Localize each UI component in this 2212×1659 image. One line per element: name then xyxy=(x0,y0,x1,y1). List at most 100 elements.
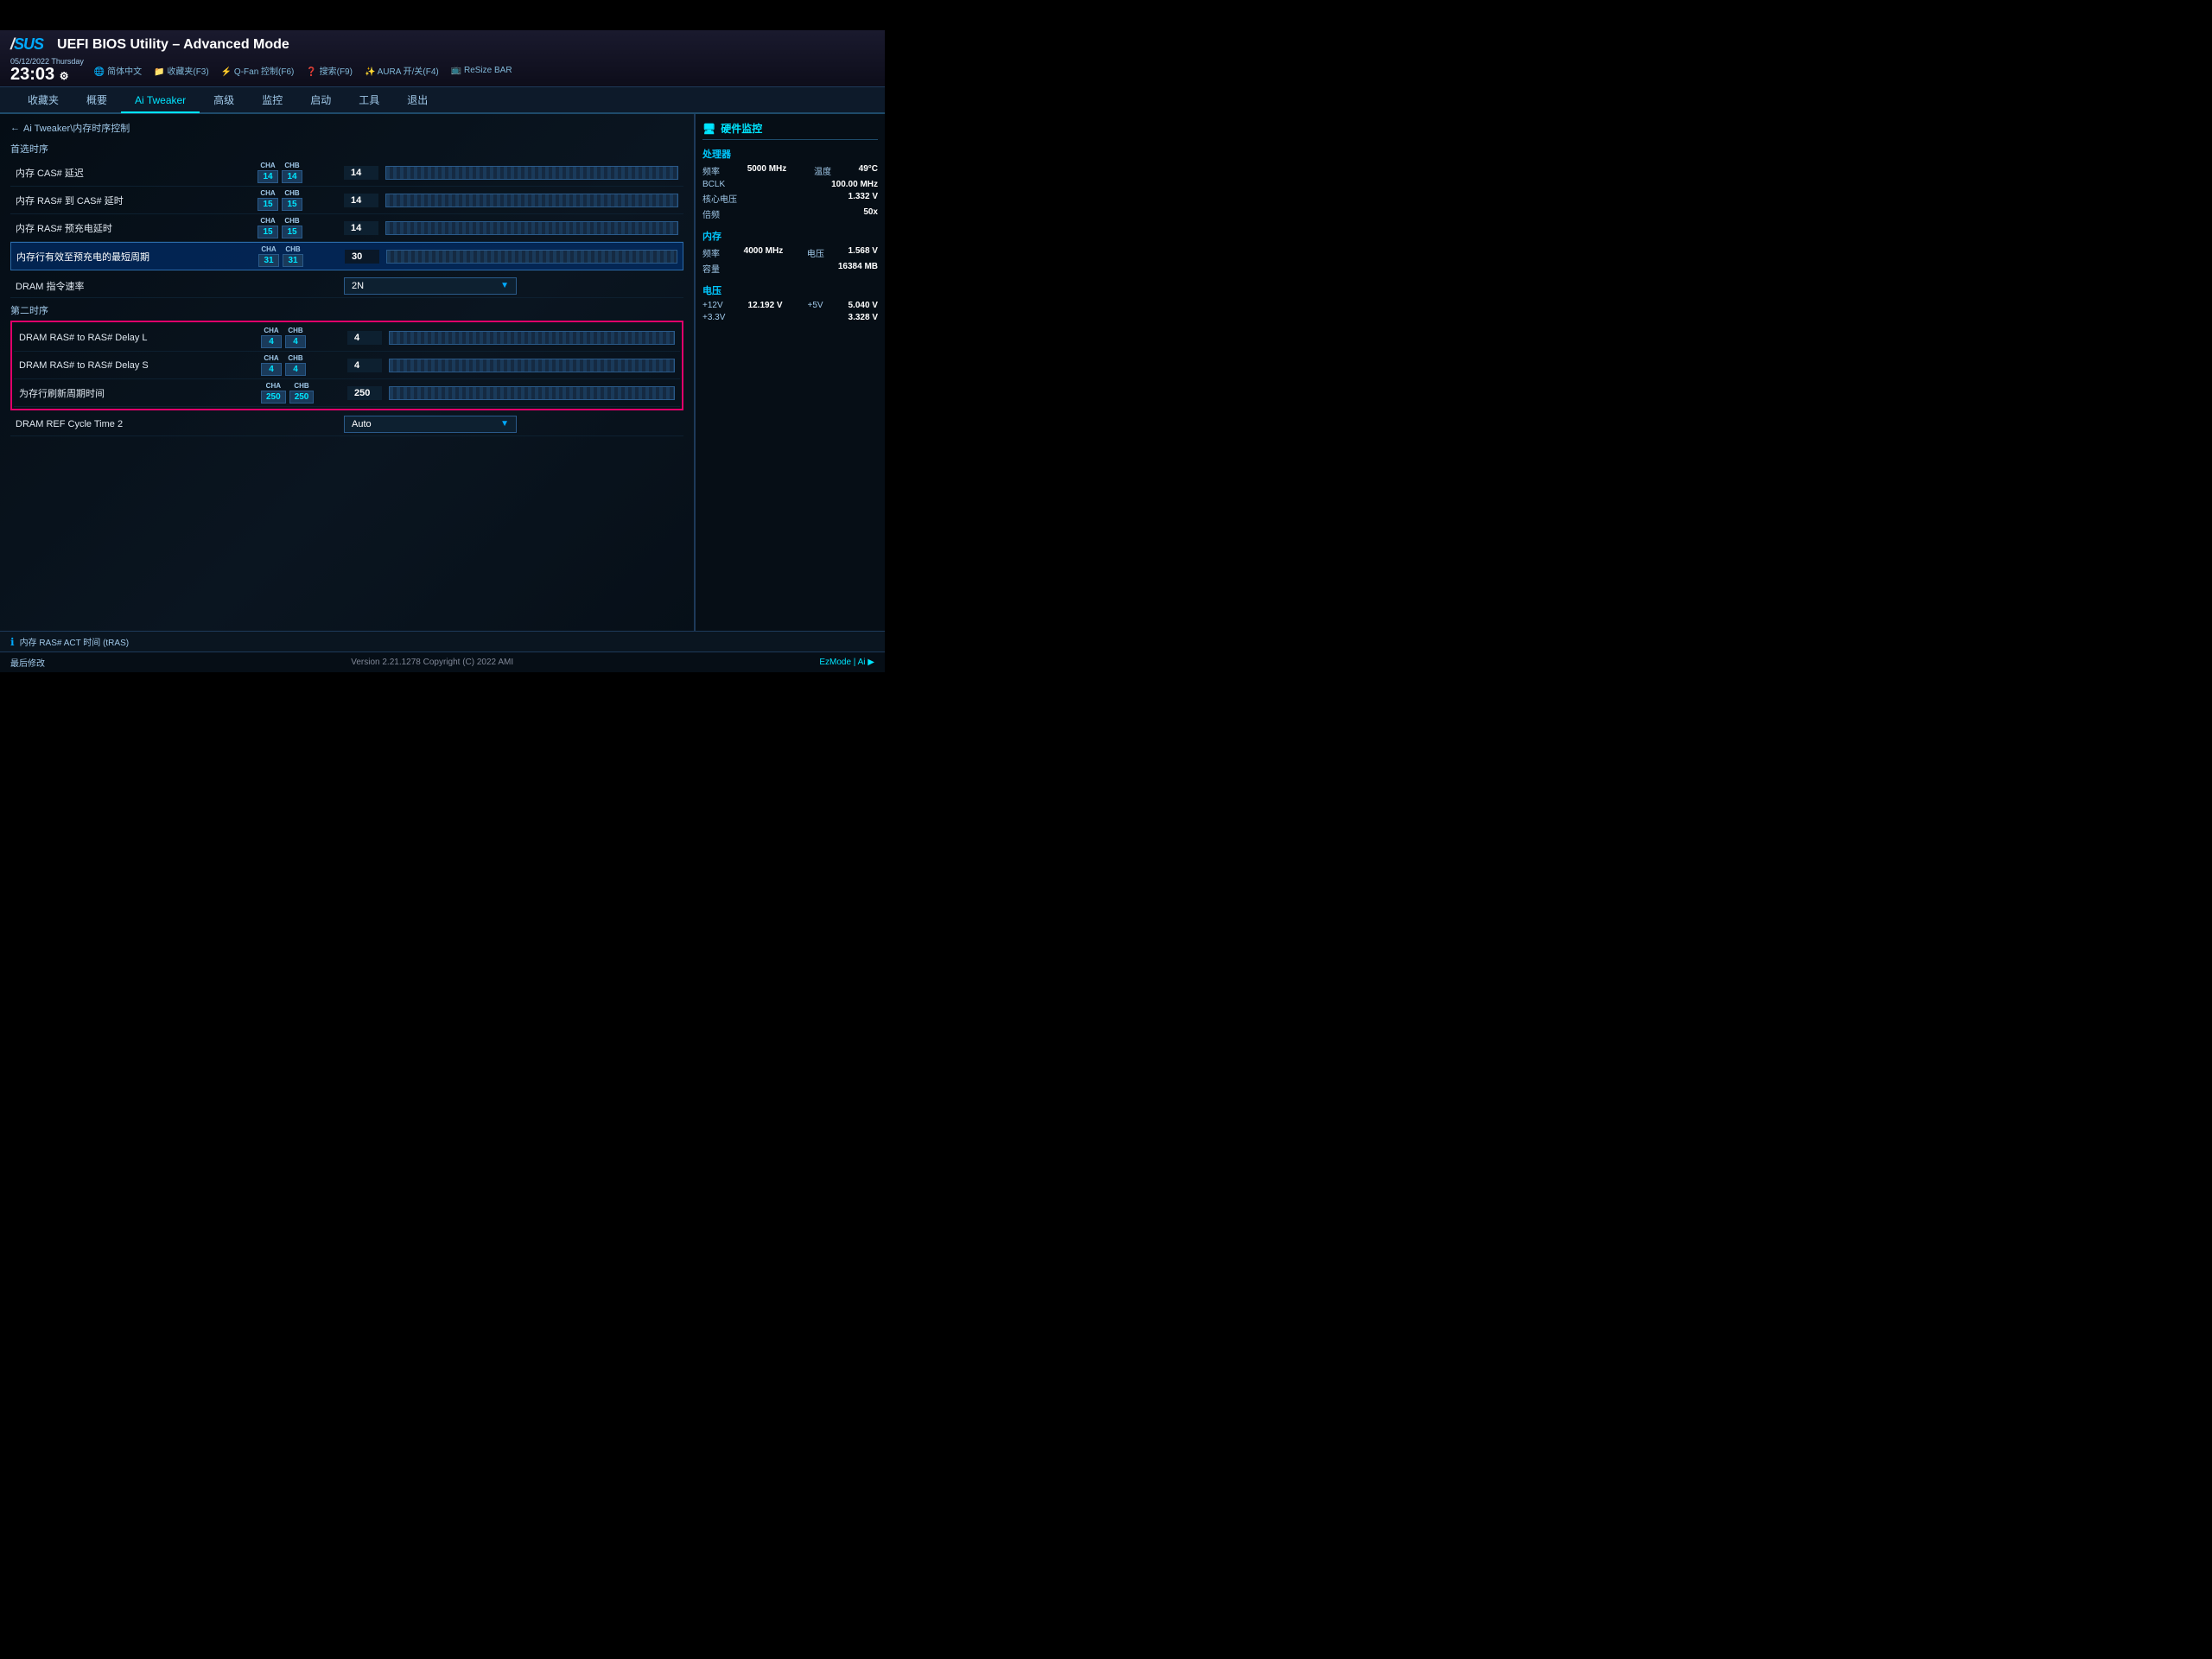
row-active-cha-chb: CHA 31 CHB 31 xyxy=(258,245,345,267)
gear-icon[interactable]: ⚙ xyxy=(60,70,69,82)
ras-cas-label: 内存 RAS# 到 CAS# 延时 xyxy=(16,194,257,207)
cas-chb-label: CHB xyxy=(284,162,299,169)
sidebar-cpu-freq-row: 频率 5000 MHz 温度 49°C xyxy=(702,164,878,177)
bclk-val: 100.00 MHz xyxy=(831,180,878,189)
breadcrumb: ← Ai Tweaker\内存时序控制 xyxy=(10,121,683,135)
dram-ras-l-label: DRAM RAS# to RAS# Delay L xyxy=(19,333,261,343)
mem-cap-val: 16384 MB xyxy=(838,262,878,275)
sidebar-volt-title: 电压 xyxy=(702,283,878,297)
version-text: Version 2.21.1278 Copyright (C) 2022 AMI xyxy=(45,658,819,667)
cas-cha-chb: CHA 14 CHB 14 xyxy=(257,162,344,183)
aura-tool[interactable]: ✨ AURA 开/关(F4) xyxy=(365,64,439,77)
content-area: ← Ai Tweaker\内存时序控制 首选时序 内存 CAS# 延迟 CHA … xyxy=(0,114,695,631)
setting-ras-cas[interactable]: 内存 RAS# 到 CAS# 延时 CHA 15 CHB 15 14 xyxy=(10,187,683,214)
sidebar-mem-cap-row: 容量 16384 MB xyxy=(702,262,878,275)
ras-cas-chb-box: CHB 15 xyxy=(282,189,302,211)
nav-monitor[interactable]: 监控 xyxy=(248,87,296,112)
v12-val: 12.192 V xyxy=(748,301,783,310)
v12-label: +12V xyxy=(702,301,723,310)
mult-label: 倍频 xyxy=(702,207,720,220)
bios-title: UEFI BIOS Utility – Advanced Mode xyxy=(57,37,289,53)
cas-cha-label: CHA xyxy=(260,162,275,169)
top-black-bar xyxy=(0,0,885,30)
nav-exit[interactable]: 退出 xyxy=(393,87,442,112)
dram-cmd-dropdown[interactable]: 2N ▼ xyxy=(344,277,517,295)
row-refresh-value-bar: 250 xyxy=(347,386,675,400)
time-value: 23:03 xyxy=(10,65,54,84)
row-refresh-cha-chb: CHA 250 CHB 250 xyxy=(261,382,347,404)
cas-value: 14 xyxy=(344,166,378,180)
vcore-label: 核心电压 xyxy=(702,192,737,205)
sidebar-vcore-row: 核心电压 1.332 V xyxy=(702,192,878,205)
cpu-temp-val: 49°C xyxy=(859,164,878,177)
dram-ras-s-value: 4 xyxy=(347,359,382,372)
setting-row-refresh[interactable]: 为存行刷新周期时间 CHA 250 CHB 250 250 xyxy=(14,379,680,407)
last-modified-text: 最后修改 xyxy=(10,656,45,669)
cpu-freq-label: 频率 xyxy=(702,164,720,177)
dram-ref-value: Auto xyxy=(352,419,372,429)
ez-mode-button[interactable]: EzMode | Ai ▶ xyxy=(819,658,874,667)
sidebar-33v-row: +3.3V 3.328 V xyxy=(702,313,878,322)
cas-chb-value: 14 xyxy=(282,170,302,183)
dram-ref-dropdown[interactable]: Auto ▼ xyxy=(344,416,517,433)
nav-bookmarks[interactable]: 收藏夹 xyxy=(14,87,73,112)
dropdown-arrow-icon: ▼ xyxy=(500,281,509,290)
sidebar-mem-title: 内存 xyxy=(702,229,878,243)
setting-dram-ref-cycle[interactable]: DRAM REF Cycle Time 2 Auto ▼ xyxy=(10,412,683,436)
resize-tool[interactable]: 📺 ReSize BAR xyxy=(451,66,512,75)
dram-ras-l-cha-chb: CHA 4 CHB 4 xyxy=(261,327,347,348)
dram-ref-arrow-icon: ▼ xyxy=(500,419,509,429)
row-active-label: 内存行有效至预充电的最短周期 xyxy=(16,250,258,264)
setting-cas-latency[interactable]: 内存 CAS# 延迟 CHA 14 CHB 14 14 xyxy=(10,159,683,187)
search-tool[interactable]: ❓ 搜索(F9) xyxy=(306,64,353,77)
dram-cmd-label: DRAM 指令速率 xyxy=(16,279,257,293)
time: 23:03 ⚙ xyxy=(10,66,84,83)
sidebar-12v-row: +12V 12.192 V +5V 5.040 V xyxy=(702,301,878,310)
v33-label: +3.3V xyxy=(702,313,725,322)
qfan-tool[interactable]: ⚡ Q-Fan 控制(F6) xyxy=(221,64,295,77)
dram-ras-s-bar xyxy=(389,359,675,372)
setting-row-active-precharge[interactable]: 内存行有效至预充电的最短周期 CHA 31 CHB 31 30 xyxy=(10,242,683,270)
dram-ref-cycle-label: DRAM REF Cycle Time 2 xyxy=(16,419,257,429)
setting-dram-cmd-rate[interactable]: DRAM 指令速率 2N ▼ xyxy=(10,274,683,298)
setting-dram-ras-delay-s[interactable]: DRAM RAS# to RAS# Delay S CHA 4 CHB 4 4 xyxy=(14,352,680,379)
bookmark-tool[interactable]: 📁 收藏夹(F3) xyxy=(154,64,209,77)
bios-header: /SUS UEFI BIOS Utility – Advanced Mode 0… xyxy=(0,30,885,87)
cpu-temp-label: 温度 xyxy=(814,164,831,177)
row-refresh-bar xyxy=(389,386,675,400)
ras-pre-value: 14 xyxy=(344,221,378,235)
main-layout: ← Ai Tweaker\内存时序控制 首选时序 内存 CAS# 延迟 CHA … xyxy=(0,114,885,631)
nav-overview[interactable]: 概要 xyxy=(73,87,121,112)
mem-volt-label: 电压 xyxy=(807,246,824,259)
nav-tools[interactable]: 工具 xyxy=(345,87,393,112)
row-refresh-value: 250 xyxy=(347,386,382,400)
ras-pre-label: 内存 RAS# 预充电延时 xyxy=(16,221,257,235)
sidebar-bclk-row: BCLK 100.00 MHz xyxy=(702,180,878,189)
ras-pre-bar xyxy=(385,221,678,235)
cas-cha-value: 14 xyxy=(257,170,278,183)
nav-advanced[interactable]: 高级 xyxy=(200,87,248,112)
sidebar-mult-row: 倍频 50x xyxy=(702,207,878,220)
info-row: ℹ 内存 RAS# ACT 时间 (tRAS) xyxy=(0,631,885,652)
setting-ras-precharge[interactable]: 内存 RAS# 预充电延时 CHA 15 CHB 15 14 xyxy=(10,214,683,242)
nav-boot[interactable]: 启动 xyxy=(296,87,345,112)
ras-pre-value-bar: 14 xyxy=(344,221,678,235)
mem-volt-val: 1.568 V xyxy=(849,246,878,259)
cpu-freq-val: 5000 MHz xyxy=(747,164,787,177)
dram-ras-s-value-bar: 4 xyxy=(347,359,675,372)
setting-dram-ras-delay-l[interactable]: DRAM RAS# to RAS# Delay L CHA 4 CHB 4 4 xyxy=(14,324,680,352)
sidebar-cpu-title: 处理器 xyxy=(702,147,878,161)
cas-chb-box: CHB 14 xyxy=(282,162,302,183)
row-active-value-bar: 30 xyxy=(345,250,677,264)
sidebar: 🖥 硬件监控 处理器 频率 5000 MHz 温度 49°C BCLK 100.… xyxy=(695,114,885,631)
bclk-label: BCLK xyxy=(702,180,725,189)
dram-cmd-value: 2N xyxy=(352,281,364,291)
nav-ai-tweaker[interactable]: Ai Tweaker xyxy=(121,89,200,113)
lang-tool[interactable]: 🌐 简体中文 xyxy=(94,64,142,77)
datetime: 05/12/2022 Thursday 23:03 ⚙ xyxy=(10,57,84,83)
vcore-val: 1.332 V xyxy=(849,192,878,205)
header-info: 05/12/2022 Thursday 23:03 ⚙ 🌐 简体中文 📁 收藏夹… xyxy=(10,57,874,83)
cas-latency-label: 内存 CAS# 延迟 xyxy=(16,166,257,180)
bios-container: /SUS UEFI BIOS Utility – Advanced Mode 0… xyxy=(0,30,885,672)
sidebar-title-text: 硬件监控 xyxy=(721,121,762,136)
